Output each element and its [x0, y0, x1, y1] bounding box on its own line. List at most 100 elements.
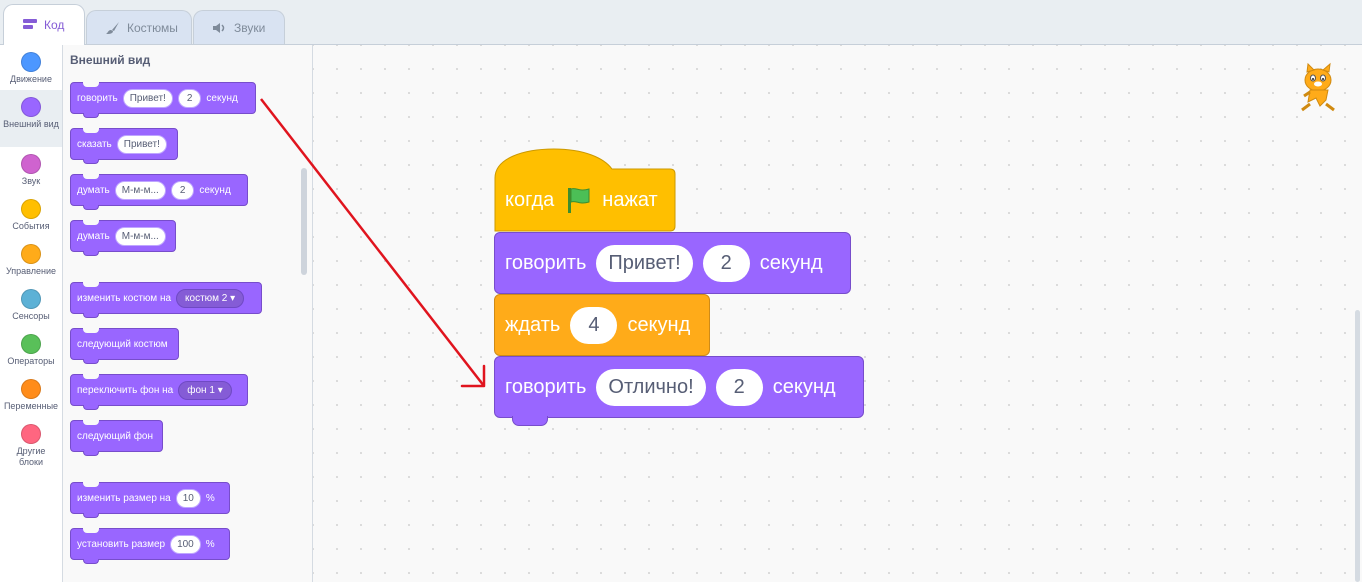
block-unit: секунд	[206, 92, 238, 104]
size-input[interactable]: 10	[175, 488, 201, 508]
switch-costume-block[interactable]: изменить костюм на костюм 2 ▾	[70, 282, 262, 318]
cat-sprite-icon	[1301, 62, 1335, 112]
block-label: установить размер	[77, 538, 166, 550]
block-unit: секунд	[759, 251, 823, 274]
category-menu: Движение Внешний вид Звук События Управл…	[0, 45, 63, 582]
block-label: следующий костюм	[77, 338, 168, 350]
category-label: Движение	[10, 74, 52, 84]
block-unit: секунд	[772, 375, 836, 398]
size-input[interactable]: 100	[170, 534, 201, 554]
workspace-scrollbar[interactable]	[1355, 310, 1360, 582]
block-label: говорить	[505, 251, 587, 274]
next-costume-block[interactable]: следующий костюм	[70, 328, 179, 364]
block-label: изменить костюм на	[77, 292, 172, 304]
block-unit: секунд	[627, 313, 691, 336]
secs-input[interactable]: 2	[177, 88, 202, 108]
backdrop-dropdown[interactable]: фон 1 ▾	[178, 380, 232, 400]
block-label: думать	[77, 184, 110, 196]
dropdown-value: костюм 2	[185, 292, 228, 304]
costume-dropdown[interactable]: костюм 2 ▾	[176, 288, 245, 308]
secs-input[interactable]: 2	[170, 180, 195, 200]
block-label: думать	[77, 230, 110, 242]
block-label: когда	[505, 188, 555, 211]
block-label: нажат	[602, 188, 658, 211]
brush-icon	[106, 21, 119, 34]
say-for-secs-block[interactable]: говорить Отлично! 2 секунд	[494, 356, 864, 418]
block-unit: %	[205, 492, 215, 504]
tab-sounds-label: Звуки	[234, 20, 266, 35]
category-label: Операторы	[7, 356, 55, 366]
block-palette: Внешний вид говорить Привет! 2 секунд ск…	[63, 45, 313, 582]
category-label: Сенсоры	[12, 311, 50, 321]
tab-sounds[interactable]: Звуки	[193, 10, 285, 44]
say-for-secs-block[interactable]: говорить Привет! 2 секунд	[70, 82, 256, 118]
tab-costumes-label: Костюмы	[127, 20, 178, 35]
block-label: говорить	[77, 92, 118, 104]
message-input[interactable]: Отлично!	[596, 368, 706, 406]
script-workspace[interactable]	[313, 45, 1362, 582]
category-label: Другие блоки	[16, 446, 46, 467]
category-label: Внешний вид	[3, 119, 59, 129]
message-input[interactable]: М-м-м...	[114, 180, 166, 200]
block-unit: %	[205, 538, 215, 550]
category-label: Управление	[5, 266, 57, 276]
category-sensing[interactable]: Сенсоры	[0, 282, 62, 327]
think-for-secs-block[interactable]: думать М-м-м... 2 секунд	[70, 174, 248, 210]
editor-tabs: Код Костюмы Звуки	[0, 0, 1362, 45]
block-unit: секунд	[199, 184, 231, 196]
chevron-down-icon: ▾	[217, 384, 223, 396]
secs-input[interactable]: 2	[702, 244, 750, 282]
wait-secs-block[interactable]: ждать 4 секунд	[494, 294, 710, 356]
green-flag-icon	[568, 188, 590, 213]
message-input[interactable]: Привет!	[116, 134, 167, 154]
chevron-down-icon: ▾	[230, 292, 236, 304]
say-block[interactable]: сказать Привет!	[70, 128, 178, 164]
category-events[interactable]: События	[0, 192, 62, 237]
tab-code[interactable]: Код	[3, 4, 85, 45]
events-color-dot	[21, 199, 41, 219]
category-motion[interactable]: Движение	[0, 45, 62, 90]
my-blocks-color-dot	[21, 424, 41, 444]
hat-block-content: когда нажат	[505, 186, 658, 214]
think-block[interactable]: думать М-м-м...	[70, 220, 176, 256]
category-control[interactable]: Управление	[0, 237, 62, 282]
control-color-dot	[21, 244, 41, 264]
tab-costumes[interactable]: Костюмы	[86, 10, 192, 44]
palette-scrollbar[interactable]	[301, 168, 307, 275]
category-variables[interactable]: Переменные	[0, 372, 62, 417]
message-input[interactable]: Привет!	[122, 88, 173, 108]
block-label: говорить	[505, 375, 587, 398]
motion-color-dot	[21, 52, 41, 72]
when-flag-clicked-block[interactable]: когда нажат	[494, 148, 676, 232]
secs-input[interactable]: 4	[570, 306, 618, 344]
secs-input[interactable]: 2	[715, 368, 763, 406]
block-label: изменить размер на	[77, 492, 171, 504]
set-size-block[interactable]: установить размер 100 %	[70, 528, 230, 564]
category-my-blocks[interactable]: Другие блоки	[0, 417, 62, 477]
operators-color-dot	[21, 334, 41, 354]
block-bottom-notch	[512, 416, 548, 426]
message-input[interactable]: Привет!	[596, 244, 693, 282]
block-label: ждать	[505, 313, 561, 336]
block-label: следующий фон	[77, 430, 154, 442]
switch-backdrop-block[interactable]: переключить фон на фон 1 ▾	[70, 374, 248, 410]
tab-code-label: Код	[44, 18, 65, 32]
dropdown-value: фон 1	[187, 384, 215, 396]
sensing-color-dot	[21, 289, 41, 309]
change-size-block[interactable]: изменить размер на 10 %	[70, 482, 230, 518]
variables-color-dot	[21, 379, 41, 399]
message-input[interactable]: М-м-м...	[114, 226, 166, 246]
block-label: переключить фон на	[77, 384, 174, 396]
next-backdrop-block[interactable]: следующий фон	[70, 420, 163, 456]
say-for-secs-block[interactable]: говорить Привет! 2 секунд	[494, 232, 851, 294]
category-looks[interactable]: Внешний вид	[0, 90, 62, 147]
category-operators[interactable]: Операторы	[0, 327, 62, 372]
palette-section-title: Внешний вид	[70, 53, 151, 67]
looks-color-dot	[21, 97, 41, 117]
category-label: События	[12, 221, 50, 231]
block-label: сказать	[77, 138, 112, 150]
code-icon	[23, 19, 37, 29]
category-sound[interactable]: Звук	[0, 147, 62, 192]
sound-color-dot	[21, 154, 41, 174]
category-label: Звук	[21, 176, 41, 186]
